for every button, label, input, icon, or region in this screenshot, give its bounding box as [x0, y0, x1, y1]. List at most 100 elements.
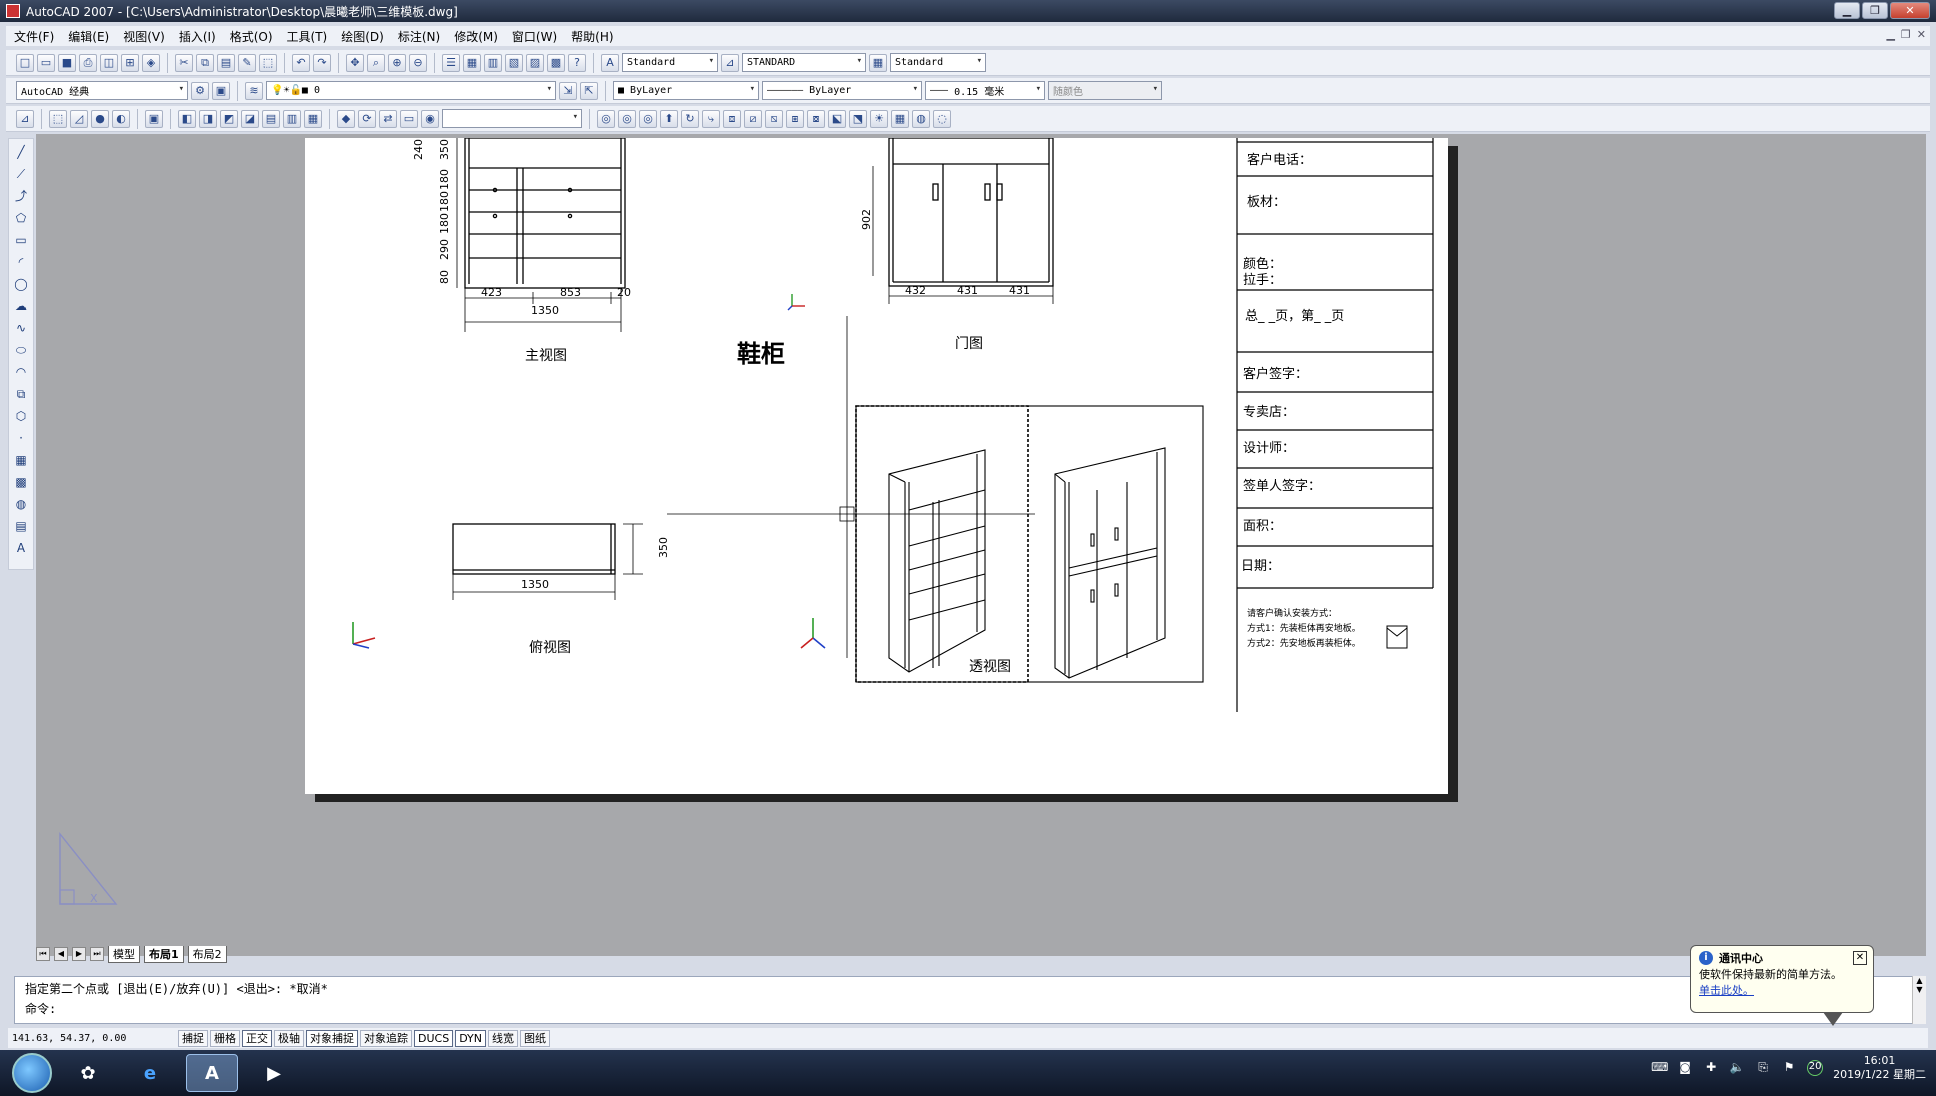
view-iso-sw-icon[interactable]: ◧ [178, 109, 196, 128]
top-view-cabinet[interactable] [452, 523, 616, 575]
workspace-settings-icon[interactable]: ⚙ [191, 81, 209, 100]
subtract-icon[interactable]: ◎ [618, 109, 636, 128]
menu-file[interactable]: 文件(F) [14, 28, 54, 45]
menu-view[interactable]: 视图(V) [123, 28, 165, 45]
camera-icon[interactable]: ▭ [400, 109, 418, 128]
make-block-icon[interactable]: ⬡ [12, 407, 30, 425]
doc-minimize-icon[interactable]: ▁ [1886, 28, 1894, 41]
line-icon[interactable]: ╱ [12, 143, 30, 161]
doc-restore-icon[interactable]: ❐ [1901, 28, 1911, 41]
menu-tools[interactable]: 工具(T) [287, 28, 328, 45]
extrude-icon[interactable]: ⬆ [660, 109, 678, 128]
menu-dimension[interactable]: 标注(N) [398, 28, 440, 45]
ducs-toggle[interactable]: DUCS [414, 1029, 454, 1047]
layer-previous-icon[interactable]: ⇱ [580, 81, 598, 100]
text-style-select[interactable]: Standard ▾ [622, 53, 718, 72]
view-back-icon[interactable]: ▥ [283, 109, 301, 128]
dim-style-icon[interactable]: ⊿ [721, 53, 739, 72]
block-editor-icon[interactable]: ⬚ [259, 53, 277, 72]
sphere-icon[interactable]: ● [91, 109, 109, 128]
tab-last-icon[interactable]: ⏭ [90, 947, 104, 961]
menu-format[interactable]: 格式(O) [230, 28, 273, 45]
menu-modify[interactable]: 修改(M) [454, 28, 498, 45]
paper-toggle[interactable]: 图纸 [520, 1029, 551, 1047]
table-style-select[interactable]: Standard ▾ [890, 53, 986, 72]
polar-toggle[interactable]: 极轴 [274, 1029, 304, 1047]
slice-icon[interactable]: ⧄ [744, 109, 762, 128]
lineweight-select[interactable]: ——— 0.15 毫米 ▾ [925, 81, 1045, 100]
properties-icon[interactable]: ☰ [442, 53, 460, 72]
communication-center-balloon[interactable]: i 通讯中心 ✕ 使软件保持最新的简单方法。 单击此处。 [1690, 945, 1874, 1026]
flag-icon[interactable]: ⚑ [1781, 1060, 1797, 1076]
menu-help[interactable]: 帮助(H) [571, 28, 613, 45]
undo-icon[interactable]: ↶ [292, 53, 310, 72]
walk-icon[interactable]: ⇄ [379, 109, 397, 128]
taskbar-recorder-icon[interactable]: ▶ [248, 1054, 300, 1092]
polygon-icon[interactable]: ⬠ [12, 209, 30, 227]
sweep-icon[interactable]: ⤷ [702, 109, 720, 128]
preview-icon[interactable]: ◫ [100, 53, 118, 72]
balloon-close-icon[interactable]: ✕ [1853, 951, 1867, 965]
menu-draw[interactable]: 绘图(D) [341, 28, 384, 45]
autocad-app-icon[interactable] [6, 4, 20, 18]
dim-style-select[interactable]: STANDARD ▾ [742, 53, 866, 72]
pan-icon[interactable]: ✥ [346, 53, 364, 72]
named-view-select[interactable]: ▾ [442, 109, 582, 128]
multiline-text-icon[interactable]: A [12, 539, 30, 557]
markup-icon[interactable]: ▨ [526, 53, 544, 72]
thicken-icon[interactable]: ⧅ [765, 109, 783, 128]
view-iso-nw-icon[interactable]: ◪ [241, 109, 259, 128]
new-icon[interactable]: □ [16, 53, 34, 72]
paste-icon[interactable]: ▤ [217, 53, 235, 72]
zoom-realtime-icon[interactable]: ⌕ [367, 53, 385, 72]
region-icon[interactable]: ◍ [12, 495, 30, 513]
menu-edit[interactable]: 编辑(E) [68, 28, 109, 45]
zoom-previous-icon[interactable]: ⊖ [409, 53, 427, 72]
view-iso-ne-icon[interactable]: ◩ [220, 109, 238, 128]
workspace-select[interactable]: AutoCAD 经典 ▾ [16, 81, 188, 100]
minimize-button[interactable]: ▁ [1834, 2, 1860, 19]
menu-insert[interactable]: 插入(I) [179, 28, 216, 45]
point-icon[interactable]: · [12, 429, 30, 447]
table-style-icon[interactable]: ▦ [869, 53, 887, 72]
text-style-icon[interactable]: A [601, 53, 619, 72]
tool-palettes-icon[interactable]: ▥ [484, 53, 502, 72]
tab-next-icon[interactable]: ▶ [72, 947, 86, 961]
clock[interactable]: 16:01 2019/1/22 星期二 [1833, 1054, 1926, 1082]
taskbar-app-colorful-icon[interactable]: ✿ [62, 1054, 114, 1092]
balloon-link[interactable]: 单击此处。 [1699, 982, 1865, 998]
command-scrollbar[interactable]: ▲ ▼ [1912, 976, 1926, 1024]
restore-button[interactable]: ❐ [1862, 2, 1888, 19]
speaker-icon[interactable]: 🔈 [1729, 1060, 1745, 1076]
insert-block-icon[interactable]: ⧉ [12, 385, 30, 403]
workspace-save-icon[interactable]: ▣ [212, 81, 230, 100]
polyline-icon[interactable]: ⤴ [12, 187, 30, 205]
start-button[interactable] [12, 1053, 52, 1093]
imprint-icon[interactable]: ⧆ [786, 109, 804, 128]
save-icon[interactable]: ■ [58, 53, 76, 72]
door-view-cabinet[interactable] [888, 138, 1054, 287]
perspective-view[interactable] [855, 405, 1204, 683]
shade-icon[interactable]: ◆ [337, 109, 355, 128]
osnap-toggle[interactable]: 对象捕捉 [306, 1029, 358, 1047]
view-front-icon[interactable]: ▤ [262, 109, 280, 128]
tab-layout1[interactable]: 布局1 [144, 945, 184, 963]
table-icon[interactable]: ▤ [12, 517, 30, 535]
keyboard-icon[interactable]: ⌨ [1651, 1060, 1668, 1076]
command-window[interactable]: 指定第二个点或 [退出(E)/放弃(U)] <退出>: *取消* 命令: [14, 976, 1918, 1024]
gradient-icon[interactable]: ▩ [12, 473, 30, 491]
match-properties-icon[interactable]: ✎ [238, 53, 256, 72]
main-view-cabinet[interactable] [464, 138, 626, 289]
otrack-toggle[interactable]: 对象追踪 [360, 1029, 412, 1047]
wedge-icon[interactable]: ◿ [70, 109, 88, 128]
orbit-icon[interactable]: ⟳ [358, 109, 376, 128]
redo-icon[interactable]: ↷ [313, 53, 331, 72]
view-iso-se-icon[interactable]: ◨ [199, 109, 217, 128]
separate-icon[interactable]: ⧇ [807, 109, 825, 128]
doc-close-icon[interactable]: ✕ [1917, 28, 1926, 41]
close-button[interactable]: ✕ [1890, 2, 1930, 19]
revolve-icon[interactable]: ↻ [681, 109, 699, 128]
revision-cloud-icon[interactable]: ☁ [12, 297, 30, 315]
print-icon[interactable]: ⎙ [79, 53, 97, 72]
advanced-render-icon[interactable]: ◌ [933, 109, 951, 128]
